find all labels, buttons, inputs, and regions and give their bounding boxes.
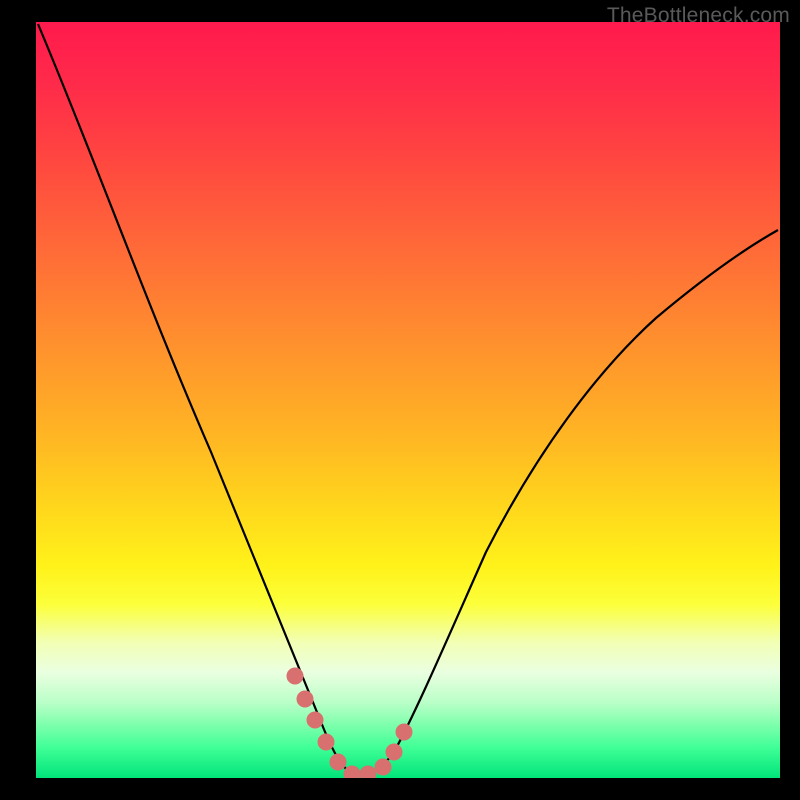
watermark-text: TheBottleneck.com	[607, 4, 790, 28]
plot-area	[36, 22, 780, 778]
curve-layer	[36, 22, 780, 778]
bottleneck-curve	[38, 24, 778, 775]
chart-stage: TheBottleneck.com	[0, 0, 800, 800]
